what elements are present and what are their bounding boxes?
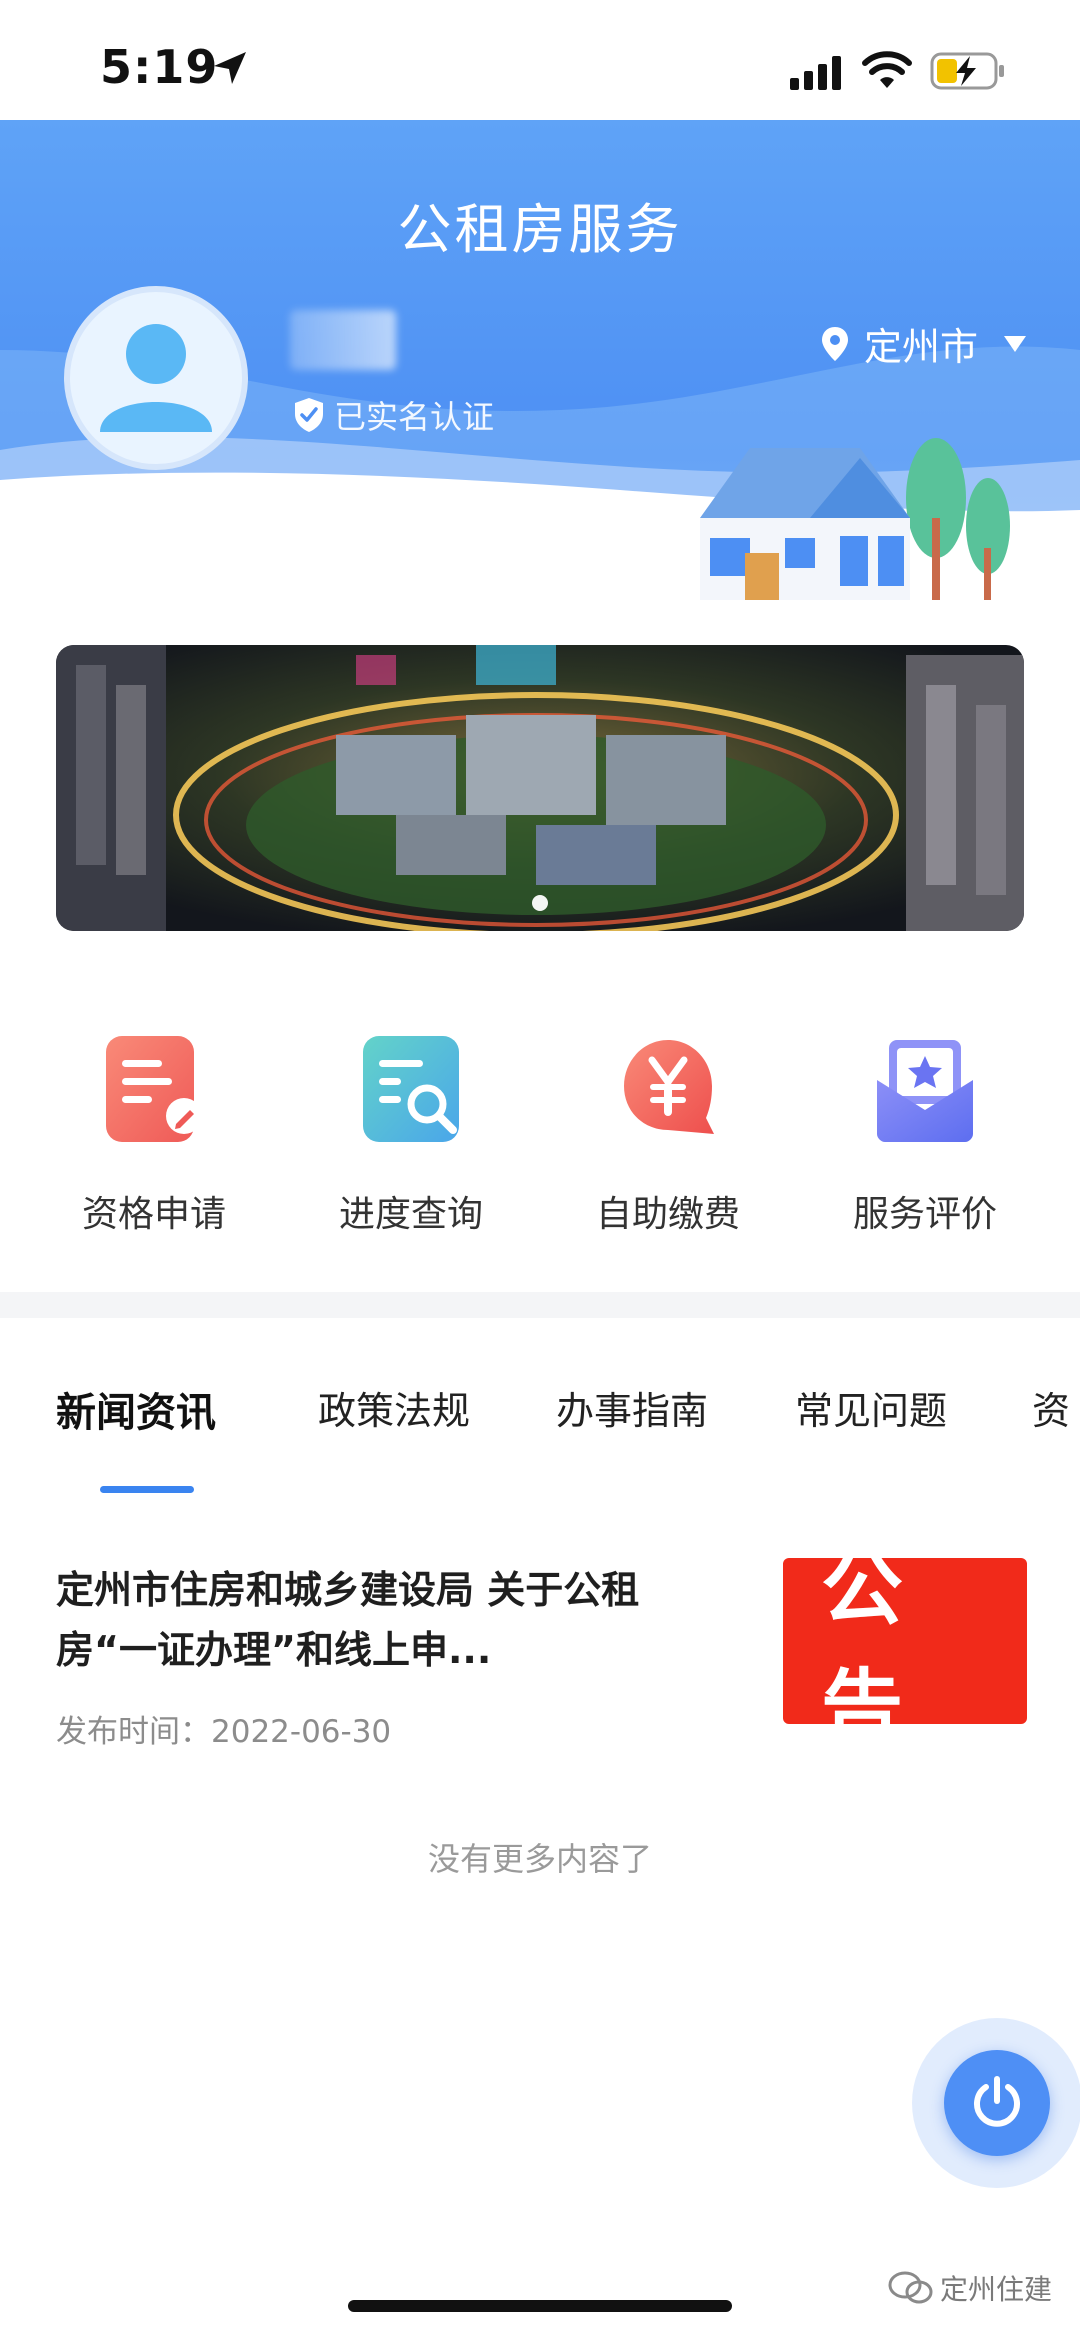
- shield-check-icon: [295, 398, 323, 432]
- tab-more-partial[interactable]: 资: [1032, 1380, 1070, 1435]
- city-selector[interactable]: 定州市: [820, 316, 1028, 371]
- battery-charging-icon: [930, 52, 1004, 90]
- news-list-item[interactable]: 定州市住房和城乡建设局 关于公租房“一证办理”和线上申... 发布时间：2022…: [0, 1540, 1080, 1760]
- cellular-signal-icon: [790, 56, 841, 90]
- tab-policies[interactable]: 政策法规: [318, 1380, 470, 1435]
- action-service-rating[interactable]: 服务评价: [795, 1020, 1055, 1270]
- news-title: 定州市住房和城乡建设局 关于公租房“一证办理”和线上申...: [56, 1568, 640, 1672]
- avatar[interactable]: [64, 286, 248, 470]
- banner-carousel[interactable]: [56, 645, 1024, 931]
- caret-down-icon: [1004, 335, 1027, 352]
- status-time: 5:19: [100, 40, 219, 94]
- wechat-icon: [888, 2271, 933, 2304]
- tab-faq[interactable]: 常见问题: [795, 1380, 947, 1435]
- list-end-text: 没有更多内容了: [427, 1840, 652, 1878]
- action-label: 进度查询: [338, 1194, 483, 1235]
- city-aerial-night-image: [56, 645, 1024, 931]
- action-progress-query[interactable]: 进度查询: [281, 1020, 541, 1270]
- active-tab-indicator: [100, 1486, 194, 1493]
- location-arrow-icon: [214, 52, 246, 84]
- floating-power-button[interactable]: [944, 2050, 1050, 2156]
- power-icon: [974, 2076, 1020, 2127]
- location-pin-icon: [822, 326, 848, 361]
- progress-search-icon: [363, 1036, 459, 1142]
- section-divider: [0, 1292, 1080, 1318]
- service-rating-icon: [877, 1040, 973, 1142]
- action-label: 资格申请: [81, 1194, 226, 1235]
- page-title: 公租房服务: [397, 198, 683, 261]
- profile-header: 公租房服务 已实名认证 定州市: [0, 120, 1080, 600]
- news-date: 发布时间：2022-06-30: [56, 1714, 392, 1750]
- verified-badge: 已实名认证: [292, 392, 494, 438]
- house-illustration: [700, 438, 1010, 600]
- verified-label: 已实名认证: [334, 398, 495, 436]
- wechat-watermark: 定州住建: [888, 2268, 1052, 2308]
- carousel-indicator-dot[interactable]: [532, 895, 548, 911]
- action-qualification-apply[interactable]: 资格申请: [24, 1020, 284, 1270]
- home-indicator[interactable]: [348, 2300, 732, 2312]
- yuan-payment-icon: [624, 1040, 714, 1134]
- wifi-icon: [862, 51, 912, 88]
- quick-actions: 资格申请 进度查询 自助缴费 服务评价: [0, 1020, 1080, 1270]
- application-form-icon: [106, 1036, 202, 1142]
- news-thumbnail: 公告: [783, 1541, 1027, 1756]
- action-label: 服务评价: [852, 1194, 997, 1235]
- category-tabs: 新闻资讯 政策法规 办事指南 常见问题 资: [0, 1318, 1080, 1508]
- tab-guide[interactable]: 办事指南: [556, 1380, 708, 1435]
- watermark-text: 定州住建: [940, 2273, 1053, 2306]
- username-redacted: [290, 310, 396, 370]
- notice-thumbnail-text: 公告: [821, 1541, 942, 1756]
- action-label: 自助缴费: [595, 1194, 740, 1235]
- city-name: 定州市: [864, 325, 979, 369]
- action-self-payment[interactable]: 自助缴费: [538, 1020, 798, 1270]
- status-bar: 5:19: [0, 0, 1080, 120]
- user-silhouette-icon: [100, 324, 212, 432]
- tab-news[interactable]: 新闻资讯: [56, 1380, 216, 1438]
